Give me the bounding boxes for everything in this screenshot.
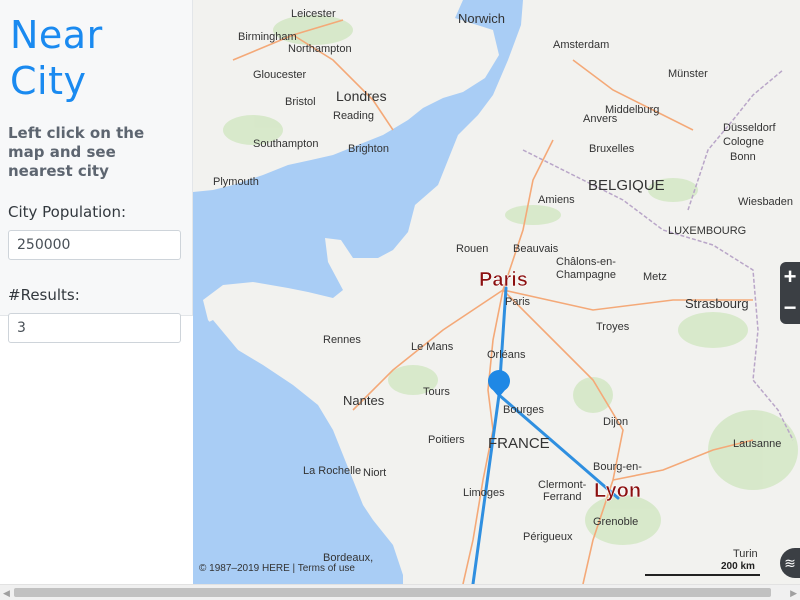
svg-text:Clermont-: Clermont-: [538, 479, 587, 491]
svg-text:Southampton: Southampton: [253, 138, 318, 150]
svg-text:Amiens: Amiens: [538, 194, 575, 206]
horizontal-scrollbar[interactable]: ◀ ▶: [0, 584, 800, 600]
svg-text:Turin: Turin: [733, 548, 758, 560]
svg-text:Lausanne: Lausanne: [733, 438, 781, 450]
svg-text:Strasbourg: Strasbourg: [685, 296, 749, 311]
scale-label: 200 km: [721, 561, 755, 572]
svg-text:Ferrand: Ferrand: [543, 491, 582, 503]
svg-text:Bristol: Bristol: [285, 96, 316, 108]
svg-text:Bourg-en-: Bourg-en-: [593, 461, 642, 473]
svg-text:FRANCE: FRANCE: [488, 435, 550, 452]
svg-text:Londres: Londres: [336, 88, 387, 104]
app-title: Near City: [10, 13, 103, 103]
zoom-out-button[interactable]: −: [780, 293, 800, 324]
result-label-paris: Paris: [479, 269, 528, 291]
map-copyright[interactable]: © 1987–2019 HERE | Terms of use: [199, 563, 355, 574]
svg-text:Niort: Niort: [363, 467, 386, 479]
svg-text:LUXEMBOURG: LUXEMBOURG: [668, 225, 746, 237]
population-label: City Population:: [8, 203, 127, 221]
svg-text:Champagne: Champagne: [556, 269, 616, 281]
svg-text:Bruxelles: Bruxelles: [589, 143, 635, 155]
scroll-left-icon[interactable]: ◀: [3, 588, 10, 599]
svg-text:Châlons-en-: Châlons-en-: [556, 256, 616, 268]
sidebar: Near City Left click on the map and see …: [0, 0, 193, 343]
svg-text:Brighton: Brighton: [348, 143, 389, 155]
svg-text:Rennes: Rennes: [323, 334, 361, 346]
svg-text:Paris: Paris: [505, 296, 531, 308]
svg-text:Metz: Metz: [643, 271, 667, 283]
svg-text:La Rochelle: La Rochelle: [303, 465, 361, 477]
zoom-in-button[interactable]: +: [780, 262, 800, 293]
svg-text:Wiesbaden: Wiesbaden: [738, 196, 793, 208]
svg-text:Bourges: Bourges: [503, 404, 544, 416]
svg-text:Beauvais: Beauvais: [513, 243, 559, 255]
svg-text:Middelburg: Middelburg: [605, 104, 659, 116]
results-input[interactable]: [8, 313, 181, 343]
svg-text:Troyes: Troyes: [596, 321, 630, 333]
map-tiles: Birmingham Leicester Northampton Glouces…: [193, 0, 800, 584]
svg-text:Düsseldorf: Düsseldorf: [723, 122, 777, 134]
svg-text:Grenoble: Grenoble: [593, 516, 638, 528]
svg-text:Birmingham: Birmingham: [238, 31, 297, 43]
svg-text:Reading: Reading: [333, 110, 374, 122]
svg-text:Leicester: Leicester: [291, 8, 336, 20]
result-label-lyon: Lyon: [594, 480, 641, 502]
svg-text:Nantes: Nantes: [343, 393, 385, 408]
layers-icon: ≋: [784, 555, 796, 571]
svg-text:Orléans: Orléans: [487, 349, 526, 361]
svg-text:Amsterdam: Amsterdam: [553, 39, 609, 51]
svg-text:Le Mans: Le Mans: [411, 341, 454, 353]
svg-text:Poitiers: Poitiers: [428, 434, 465, 446]
population-input[interactable]: [8, 230, 181, 260]
svg-text:Plymouth: Plymouth: [213, 176, 259, 188]
results-label: #Results:: [8, 286, 80, 304]
svg-text:Rouen: Rouen: [456, 243, 488, 255]
svg-text:Périgueux: Périgueux: [523, 531, 573, 543]
svg-text:Münster: Münster: [668, 68, 708, 80]
scale-bar: [645, 574, 760, 576]
scrollbar-thumb[interactable]: [14, 588, 771, 597]
svg-text:Gloucester: Gloucester: [253, 69, 307, 81]
map-canvas[interactable]: Birmingham Leicester Northampton Glouces…: [193, 0, 800, 584]
svg-text:Norwich: Norwich: [458, 11, 505, 26]
svg-text:Dijon: Dijon: [603, 416, 628, 428]
scroll-right-icon[interactable]: ▶: [790, 588, 797, 599]
svg-text:BELGIQUE: BELGIQUE: [588, 177, 665, 194]
svg-text:Northampton: Northampton: [288, 43, 352, 55]
svg-text:Limoges: Limoges: [463, 487, 505, 499]
svg-text:Bonn: Bonn: [730, 151, 756, 163]
zoom-control: + −: [780, 262, 800, 324]
svg-text:Tours: Tours: [423, 386, 450, 398]
instructions-text: Left click on the map and see nearest ci…: [8, 124, 145, 180]
svg-text:Cologne: Cologne: [723, 136, 764, 148]
